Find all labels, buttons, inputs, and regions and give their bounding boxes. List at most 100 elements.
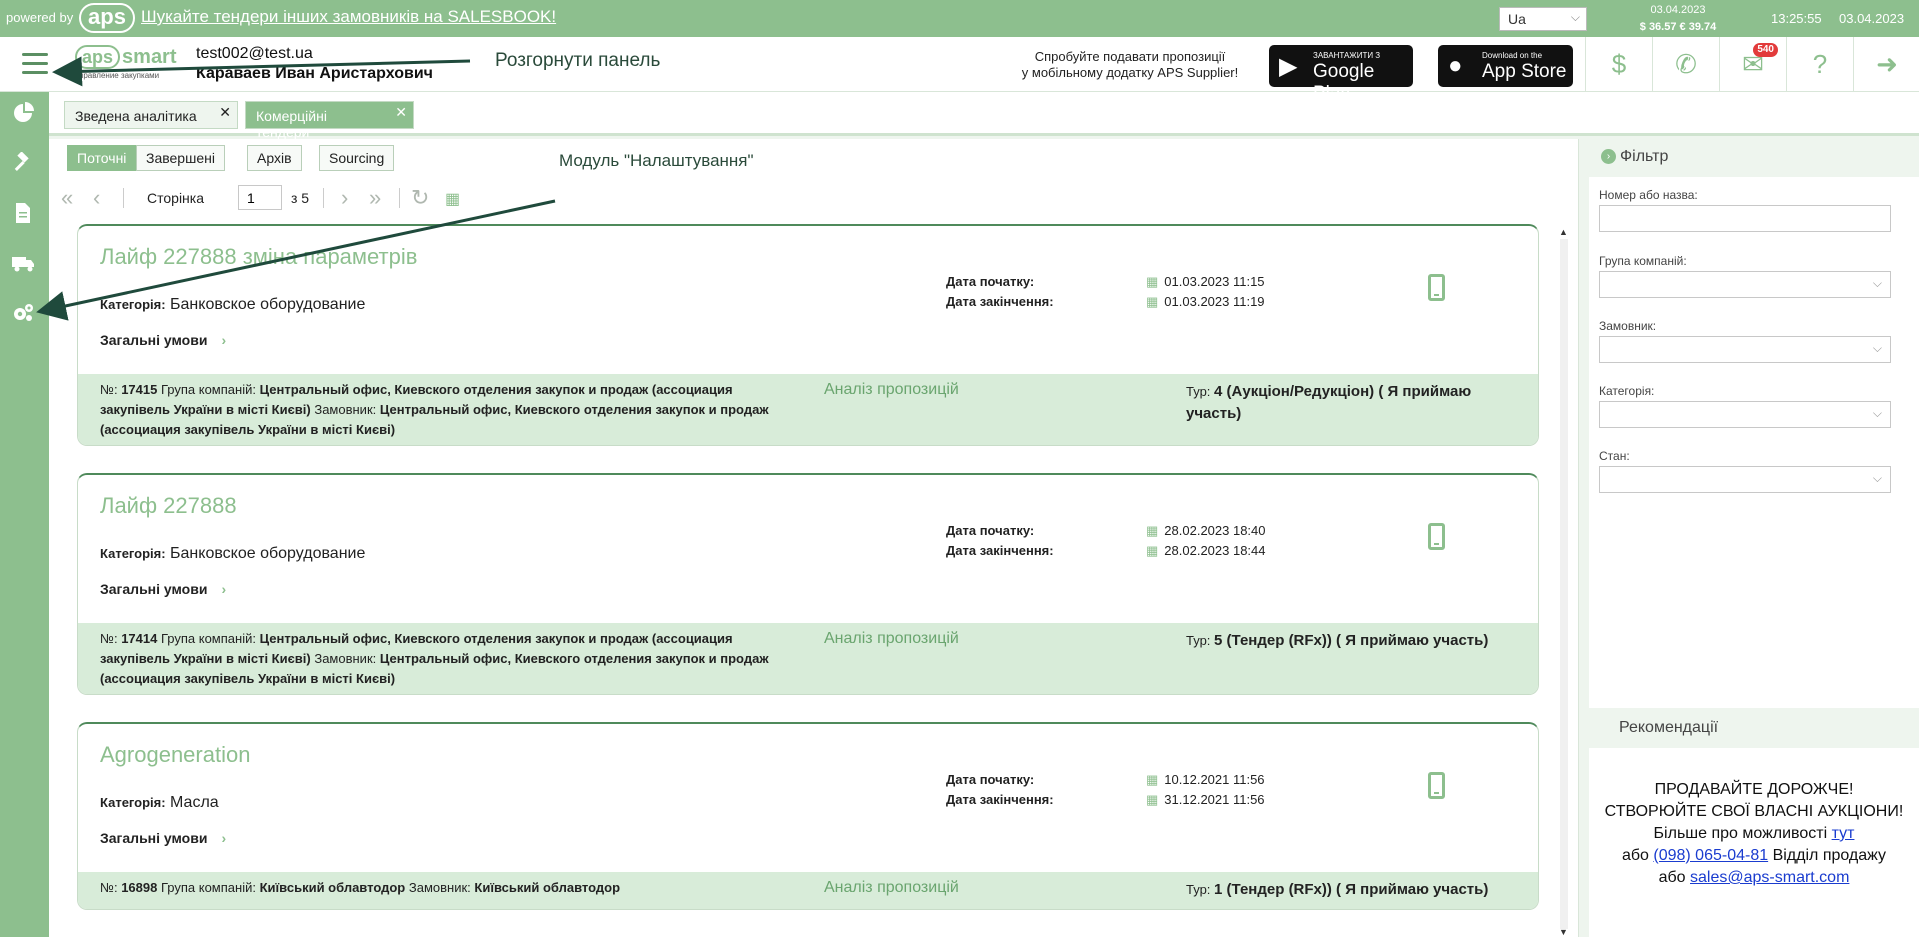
offers-analysis-link[interactable]: Аналіз пропозицій	[824, 630, 959, 648]
subtab-sourcing[interactable]: Sourcing	[319, 145, 395, 171]
filter-category-select[interactable]: ⌵	[1599, 401, 1891, 428]
excel-export-icon[interactable]: ▦	[445, 189, 460, 209]
start-date-value: ▦ 10.12.2021 11:56	[1146, 772, 1265, 787]
prev-page-icon[interactable]: ‹	[93, 185, 100, 211]
salesbook-promo-link[interactable]: Шукайте тендери інших замовників на SALE…	[141, 7, 556, 27]
tender-footer: №: 17415 Група компаній: Центральный офи…	[78, 374, 1538, 445]
app-store-big-text: App Store	[1482, 61, 1567, 82]
app-store-button[interactable]: ● Download on the App Store	[1438, 45, 1573, 87]
calendar-icon: ▦	[1146, 792, 1159, 807]
filter-title: Фільтр	[1620, 148, 1669, 165]
end-date-label: Дата закінчення:	[946, 543, 1054, 558]
filter-label-group: Група компаній:	[1599, 254, 1687, 268]
logout-button[interactable]: ➜	[1853, 37, 1919, 92]
scroll-track[interactable]	[1560, 239, 1568, 929]
sidebar	[0, 92, 49, 937]
sidebar-item-delivery[interactable]	[10, 252, 36, 278]
general-conditions-toggle[interactable]: Загальні умови ›	[100, 332, 226, 348]
tender-tour: Тур: 4 (Аукціон/Редукціон) ( Я приймаю у…	[1186, 383, 1472, 422]
menu-toggle-icon[interactable]	[22, 53, 48, 75]
calendar-icon: ▦	[1146, 523, 1159, 538]
offers-analysis-link[interactable]: Аналіз пропозицій	[824, 381, 959, 399]
calendar-icon: ▦	[1146, 274, 1159, 289]
refresh-icon[interactable]: ↻	[411, 185, 429, 211]
language-select[interactable]: Ua ⌵	[1499, 7, 1587, 31]
last-page-icon[interactable]: »	[369, 185, 381, 211]
scroll-up-icon[interactable]: ▲	[1559, 227, 1568, 237]
start-date-label: Дата початку:	[946, 523, 1035, 538]
scroll-down-icon[interactable]: ▼	[1559, 927, 1568, 937]
tender-card[interactable]: Agrogeneration Категорія: Масла Загальні…	[77, 722, 1539, 910]
close-icon[interactable]: ✕	[395, 104, 407, 121]
general-conditions-toggle[interactable]: Загальні умови ›	[100, 830, 226, 846]
page-count: з 5	[291, 190, 310, 206]
tender-category: Категорія: Масла	[100, 794, 219, 811]
chevron-down-icon: ⌵	[1872, 341, 1882, 355]
sidebar-item-auctions[interactable]	[10, 151, 36, 178]
chevron-right-icon: ›	[221, 830, 227, 846]
help-button[interactable]: ?	[1786, 37, 1853, 92]
mobile-icon	[1428, 772, 1445, 799]
sales-email-link[interactable]: sales@aps-smart.com	[1690, 869, 1849, 886]
page-number-input[interactable]	[238, 185, 282, 210]
reco-line3: Більше про можливості тут	[1653, 825, 1855, 842]
google-play-icon: ▶	[1279, 53, 1298, 80]
filter-status-select[interactable]: ⌵	[1599, 466, 1891, 493]
google-play-small-text: ЗАВАНТАЖИТИ З	[1313, 51, 1381, 60]
sidebar-item-settings[interactable]	[10, 302, 36, 328]
chevron-down-icon: ⌵	[1872, 276, 1882, 290]
filter-customer-select[interactable]: ⌵	[1599, 336, 1891, 363]
tender-card[interactable]: Лайф 227888 Категорія: Банковское оборуд…	[77, 473, 1539, 695]
end-date-value: ▦ 28.02.2023 18:44	[1146, 543, 1266, 558]
sales-phone-link[interactable]: (098) 065-04-81	[1653, 847, 1768, 864]
filter-name-input[interactable]	[1599, 205, 1891, 232]
start-date-label: Дата початку:	[946, 274, 1035, 289]
tender-list: Лайф 227888 зміна параметрів Категорія: …	[77, 224, 1539, 937]
filter-group-select[interactable]: ⌵	[1599, 271, 1891, 298]
first-page-icon[interactable]: «	[61, 185, 73, 211]
reco-line5: або sales@aps-smart.com	[1658, 869, 1850, 886]
list-scrollbar[interactable]: ▲ ▼	[1557, 227, 1571, 937]
filter-label-category: Категорія:	[1599, 384, 1655, 398]
finance-button[interactable]: $	[1585, 37, 1652, 92]
start-date-value: ▦ 01.03.2023 11:15	[1146, 274, 1265, 289]
gears-icon	[14, 304, 33, 321]
filter-panel: › Фільтр Номер або назва: Група компаній…	[1589, 139, 1919, 937]
tender-title[interactable]: Лайф 227888 зміна параметрів	[100, 244, 417, 270]
calendar-icon: ▦	[1146, 772, 1159, 787]
exchange-rates: $ 36.57 € 39.74	[1639, 21, 1717, 33]
filter-header[interactable]: › Фільтр	[1589, 139, 1919, 177]
tender-title[interactable]: Лайф 227888	[100, 493, 237, 519]
messages-button[interactable]: ✉ 540	[1719, 37, 1786, 92]
reco-more-link[interactable]: тут	[1832, 825, 1855, 842]
next-page-icon[interactable]: ›	[341, 185, 348, 211]
subtab-archive[interactable]: Архів	[247, 145, 302, 171]
sidebar-item-documents[interactable]	[10, 202, 36, 228]
gavel-icon	[14, 151, 29, 171]
aps-smart-logo: aps smart управление закупками	[75, 45, 177, 80]
general-conditions-toggle[interactable]: Загальні умови ›	[100, 581, 226, 597]
subtab-completed[interactable]: Завершені	[136, 145, 225, 171]
page-label: Сторінка	[147, 190, 204, 206]
tender-card[interactable]: Лайф 227888 зміна параметрів Категорія: …	[77, 224, 1539, 446]
aps-logo: aps	[79, 3, 135, 33]
filter-label-name: Номер або назва:	[1599, 188, 1698, 202]
chevron-right-circle-icon[interactable]: ›	[1601, 149, 1616, 164]
top-promo-bar: powered by aps Шукайте тендери інших зам…	[0, 0, 1919, 37]
sidebar-item-analytics[interactable]	[10, 102, 36, 128]
filter-label-status: Стан:	[1599, 449, 1630, 463]
tab-commercial-tenders[interactable]: Комерційні тендери ✕	[245, 101, 414, 140]
offers-analysis-link[interactable]: Аналіз пропозицій	[824, 879, 959, 897]
google-play-button[interactable]: ▶ ЗАВАНТАЖИТИ З Google Play	[1269, 45, 1413, 104]
logout-icon: ➜	[1876, 49, 1898, 79]
filter-label-customer: Замовник:	[1599, 319, 1657, 333]
call-button[interactable]: ✆	[1652, 37, 1719, 92]
tab-label: Комерційні тендери	[256, 108, 327, 140]
close-icon[interactable]: ✕	[219, 104, 231, 121]
clock-date: 03.04.2023	[1839, 11, 1905, 26]
language-value: Ua	[1508, 11, 1526, 27]
tab-analytics[interactable]: Зведена аналітика ✕	[64, 101, 238, 129]
subtab-current[interactable]: Поточні	[67, 145, 137, 171]
tender-title[interactable]: Agrogeneration	[100, 742, 250, 768]
app-store-small-text: Download on the	[1482, 51, 1543, 60]
